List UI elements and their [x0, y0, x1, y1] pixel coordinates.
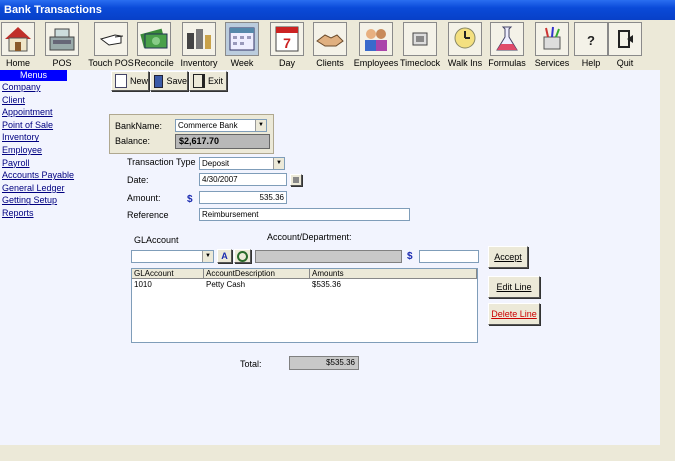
sidebar-item-getting-setup[interactable]: Getting Setup [0, 194, 67, 207]
chevron-down-icon: ▼ [202, 251, 213, 262]
sidebar-item-payroll[interactable]: Payroll [0, 157, 67, 170]
toolbar-timeclock-button[interactable]: Timeclock [400, 20, 440, 70]
toolbar-formulas-button[interactable]: Formulas [486, 20, 528, 70]
cell-glaccount: 1010 [134, 280, 152, 289]
sidebar-header: Menus [0, 70, 67, 81]
dollar-icon: $ [187, 194, 193, 205]
exit-button[interactable]: Exit [189, 71, 227, 91]
account-department-field [255, 250, 402, 263]
chevron-down-icon: ▼ [255, 120, 266, 131]
toolbar-reconcile-button[interactable]: Reconcile [134, 20, 174, 70]
delete-line-button[interactable]: Delete Line [488, 303, 540, 325]
sidebar-item-accounts-payable[interactable]: Accounts Payable [0, 169, 74, 182]
save-button[interactable]: Save [150, 71, 188, 91]
cell-amount: $535.36 [312, 280, 341, 289]
timeclock-icon [403, 22, 437, 56]
account-department-label: Account/Department: [267, 232, 352, 242]
window-title: Bank Transactions [4, 4, 102, 16]
balance-value: $2,617.70 [175, 134, 270, 149]
reference-label: Reference [127, 210, 169, 220]
amount-field[interactable]: 535.36 [199, 191, 287, 204]
new-document-icon [115, 74, 127, 88]
sidebar-item-point-of-sale[interactable]: Point of Sale [0, 119, 67, 132]
search-button[interactable] [234, 249, 251, 263]
window-bottom-frame [0, 445, 675, 461]
main-toolbar: Home POS Touch POS Reconcile Inventory W… [0, 20, 675, 70]
calendar-icon [293, 177, 299, 183]
date-picker-button[interactable] [290, 174, 302, 186]
cash-register-icon [45, 22, 79, 56]
bank-name-select[interactable]: Commerce Bank ▼ [175, 119, 267, 132]
toolbar-walk-ins-button[interactable]: Walk Ins [442, 20, 488, 70]
total-value: $535.36 [289, 356, 359, 370]
column-header-glaccount[interactable]: GLAccount [132, 269, 204, 279]
week-calendar-icon [225, 22, 259, 56]
gl-lines-table[interactable]: GLAccount AccountDescription Amounts 101… [131, 268, 478, 343]
bank-name-label: BankName: [115, 121, 163, 131]
column-header-amounts[interactable]: Amounts [310, 269, 477, 279]
toolbar-quit-button[interactable]: Quit [608, 20, 642, 70]
edit-line-button[interactable]: Edit Line [488, 276, 540, 298]
line-amount-field[interactable] [419, 250, 479, 263]
flask-icon [490, 22, 524, 56]
services-icon [535, 22, 569, 56]
employees-icon [359, 22, 393, 56]
transaction-type-label: Transaction Type [127, 157, 196, 167]
sidebar-item-inventory[interactable]: Inventory [0, 131, 67, 144]
total-label: Total: [240, 359, 262, 369]
toolbar-help-button[interactable]: ? Help [574, 20, 608, 70]
date-label: Date: [127, 175, 149, 185]
help-icon: ? [574, 22, 608, 56]
svg-text:7: 7 [283, 35, 291, 51]
glaccount-select[interactable]: ▼ [131, 250, 214, 263]
sidebar-item-reports[interactable]: Reports [0, 207, 67, 220]
search-by-account-button[interactable]: A [217, 249, 232, 263]
glaccount-label: GLAccount [134, 235, 179, 245]
amount-label: Amount: [127, 193, 161, 203]
touch-hand-icon [94, 22, 128, 56]
accept-button[interactable]: Accept [488, 246, 528, 268]
magnifier-icon [237, 250, 248, 262]
floppy-disk-icon [154, 74, 164, 88]
window-title-bar: Bank Transactions [0, 0, 675, 20]
transaction-type-select[interactable]: Deposit ▼ [199, 157, 285, 170]
toolbar-clients-button[interactable]: Clients [308, 20, 352, 70]
svg-text:?: ? [587, 33, 595, 48]
home-icon [1, 22, 35, 56]
new-button[interactable]: New [111, 71, 149, 91]
sidebar-item-client[interactable]: Client [0, 94, 67, 107]
sidebar-item-employee[interactable]: Employee [0, 144, 67, 157]
sidebar-item-company[interactable]: Company [0, 81, 67, 94]
toolbar-services-button[interactable]: Services [530, 20, 574, 70]
toolbar-day-button[interactable]: 7 Day [266, 20, 308, 70]
money-icon [137, 22, 171, 56]
date-field[interactable]: 4/30/2007 [199, 173, 287, 186]
exit-door-icon [193, 74, 205, 88]
toolbar-inventory-button[interactable]: Inventory [176, 20, 222, 70]
walk-ins-icon [448, 22, 482, 56]
main-content: Menus Company Client Appointment Point o… [0, 70, 660, 445]
dollar-icon: $ [407, 251, 413, 262]
sidebar-item-appointment[interactable]: Appointment [0, 106, 67, 119]
toolbar-touch-pos-button[interactable]: Touch POS [88, 20, 134, 70]
toolbar-week-button[interactable]: Week [222, 20, 262, 70]
sidebar-item-general-ledger[interactable]: General Ledger [0, 182, 67, 195]
column-header-account-description[interactable]: AccountDescription [204, 269, 310, 279]
sidebar-menu: Menus Company Client Appointment Point o… [0, 70, 74, 220]
balance-label: Balance: [115, 136, 151, 146]
cell-account-description: Petty Cash [206, 280, 246, 289]
toolbar-pos-button[interactable]: POS [42, 20, 82, 70]
inventory-icon [182, 22, 216, 56]
quit-icon [608, 22, 642, 56]
day-calendar-icon: 7 [270, 22, 304, 56]
toolbar-home-button[interactable]: Home [0, 20, 36, 70]
toolbar-employees-button[interactable]: Employees [352, 20, 400, 70]
chevron-down-icon: ▼ [273, 158, 284, 169]
handshake-icon [313, 22, 347, 56]
reference-field[interactable]: Reimbursement [199, 208, 410, 221]
window-right-frame [660, 70, 675, 461]
